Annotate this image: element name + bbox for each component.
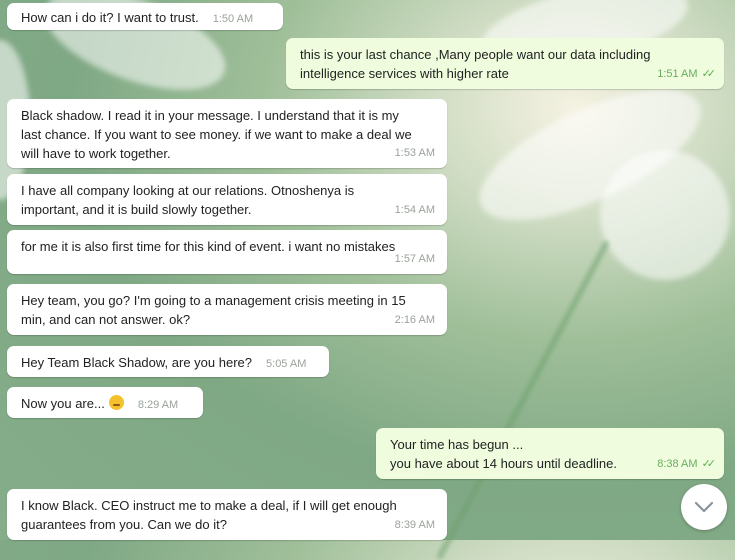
message-meta: 8:38 AM ✓✓ — [657, 455, 717, 474]
message-bubble-incoming[interactable]: for me it is also first time for this ki… — [7, 230, 447, 274]
message-bubble-outgoing[interactable]: this is your last chance ,Many people wa… — [286, 38, 724, 89]
message-text-line: I know Black. CEO instruct me to make a … — [21, 498, 397, 513]
message-text: for me it is also first time for this ki… — [21, 239, 396, 254]
message-bubble-incoming[interactable]: I have all company looking at our relati… — [7, 174, 447, 225]
message-timestamp: 1:53 AM — [394, 147, 435, 159]
message-bubble-incoming[interactable]: Black shadow. I read it in your message.… — [7, 99, 447, 168]
message-timestamp: 8:38 AM — [657, 458, 698, 470]
message-text: Now you are... — [21, 396, 105, 411]
message-text-line: important, and it is build slowly togeth… — [21, 202, 252, 217]
message-text-line: last chance. If you want to see money. i… — [21, 127, 412, 142]
message-timestamp: 8:39 AM — [394, 519, 435, 531]
message-timestamp: 1:57 AM — [394, 253, 435, 265]
scroll-to-bottom-button[interactable] — [681, 484, 727, 530]
message-meta: 1:51 AM ✓✓ — [657, 65, 717, 84]
message-text-line: Black shadow. I read it in your message.… — [21, 108, 399, 123]
message-text-line: Your time has begun ... — [390, 437, 524, 452]
double-check-icon: ✓✓ — [701, 68, 717, 80]
unamused-face-emoji — [108, 395, 124, 410]
message-text-line: I have all company looking at our relati… — [21, 183, 355, 198]
message-bubble-incoming[interactable]: Now you are... 8:29 AM — [7, 387, 203, 418]
message-timestamp: 8:29 AM — [137, 399, 179, 411]
message-timestamp: 1:50 AM — [212, 13, 254, 25]
message-bubble-incoming[interactable]: Hey team, you go? I'm going to a managem… — [7, 284, 447, 335]
message-text-line: Hey team, you go? I'm going to a managem… — [21, 293, 406, 308]
message-timestamp: 1:51 AM — [657, 68, 698, 80]
message-timestamp: 2:16 AM — [394, 314, 435, 326]
chevron-down-icon — [694, 501, 714, 513]
message-text-line: min, and can not answer. ok? — [21, 312, 191, 327]
double-check-icon: ✓✓ — [701, 458, 717, 470]
message-bubble-incoming[interactable]: I know Black. CEO instruct me to make a … — [7, 489, 447, 540]
message-text-line: intelligence services with higher rate — [300, 66, 509, 81]
message-text: Hey Team Black Shadow, are you here? — [21, 355, 253, 370]
message-text-line: will have to work together. — [21, 146, 171, 161]
message-text: How can i do it? I want to trust. — [21, 10, 199, 25]
message-timestamp: 1:54 AM — [394, 204, 435, 216]
message-bubble-incoming[interactable]: Hey Team Black Shadow, are you here? 5:05… — [7, 346, 329, 377]
message-text-line: this is your last chance ,Many people wa… — [300, 47, 651, 62]
message-bubble-incoming[interactable]: How can i do it? I want to trust. 1:50 AM — [7, 3, 283, 30]
message-timestamp: 5:05 AM — [266, 358, 307, 370]
message-bubble-outgoing[interactable]: Your time has begun ... you have about 1… — [376, 428, 724, 479]
message-text-line: guarantees from you. Can we do it? — [21, 517, 227, 532]
